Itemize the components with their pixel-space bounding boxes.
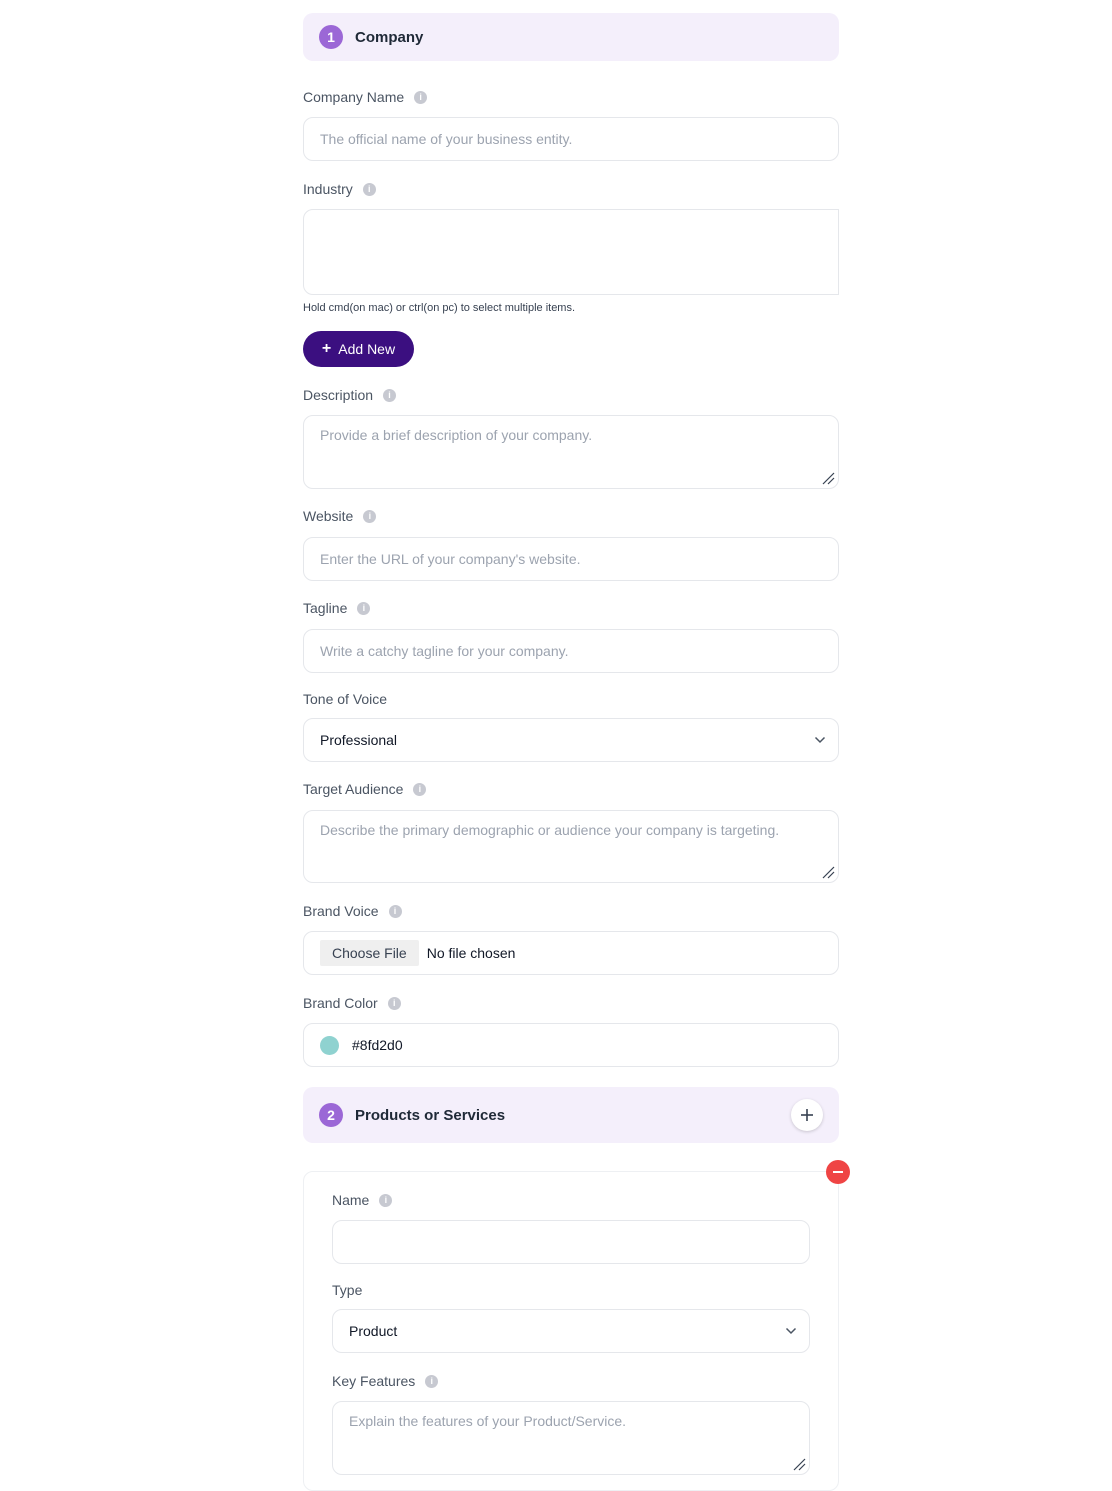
target-audience-textarea[interactable]: Describe the primary demographic or audi… xyxy=(303,810,839,883)
tone-of-voice-select[interactable]: Professional xyxy=(303,718,839,762)
tagline-label: Tagline i xyxy=(303,599,371,617)
info-icon[interactable]: i xyxy=(363,509,377,523)
brand-color-picker[interactable]: #8fd2d0 xyxy=(303,1023,839,1067)
chevron-down-icon xyxy=(814,736,826,744)
add-product-button[interactable] xyxy=(791,1099,823,1131)
resize-handle-icon[interactable] xyxy=(821,865,835,879)
key-features-textarea[interactable]: Explain the features of your Product/Ser… xyxy=(332,1401,810,1475)
section-title-products: Products or Services xyxy=(355,1106,506,1124)
product-type-label: Type xyxy=(332,1282,363,1298)
info-icon[interactable]: i xyxy=(413,782,427,796)
description-textarea[interactable]: Provide a brief description of your comp… xyxy=(303,415,839,489)
tone-of-voice-label: Tone of Voice xyxy=(303,691,388,707)
minus-icon xyxy=(833,1171,843,1173)
choose-file-button[interactable]: Choose File xyxy=(320,940,419,966)
info-icon[interactable]: i xyxy=(357,601,371,615)
resize-handle-icon[interactable] xyxy=(792,1457,806,1471)
info-icon[interactable]: i xyxy=(388,904,402,918)
file-status: No file chosen xyxy=(426,945,516,961)
step-badge-2: 2 xyxy=(319,1103,343,1127)
section-title-company: Company xyxy=(355,28,424,46)
info-icon[interactable]: i xyxy=(362,182,376,196)
color-value: #8fd2d0 xyxy=(352,1037,403,1053)
brand-color-label: Brand Color i xyxy=(303,994,401,1012)
info-icon[interactable]: i xyxy=(383,388,397,402)
product-name-input[interactable] xyxy=(332,1220,810,1264)
brand-voice-label: Brand Voice i xyxy=(303,902,402,920)
info-icon[interactable]: i xyxy=(425,1374,439,1388)
company-name-input[interactable]: The official name of your business entit… xyxy=(303,117,839,161)
plus-icon xyxy=(801,1109,813,1121)
info-icon[interactable]: i xyxy=(379,1193,393,1207)
info-icon[interactable]: i xyxy=(387,996,401,1010)
plus-icon: + xyxy=(321,340,332,357)
industry-hint: Hold cmd(on mac) or ctrl(on pc) to selec… xyxy=(303,302,576,314)
products-section-header: 2 Products or Services xyxy=(303,1087,839,1143)
remove-product-button[interactable] xyxy=(826,1160,850,1184)
resize-handle-icon[interactable] xyxy=(821,471,835,485)
step-badge-1: 1 xyxy=(319,25,343,49)
industry-label: Industry i xyxy=(303,180,376,198)
industry-multiselect[interactable] xyxy=(303,209,839,295)
website-label: Website i xyxy=(303,507,377,525)
description-label: Description i xyxy=(303,386,397,404)
chevron-down-icon xyxy=(785,1327,797,1335)
product-type-select[interactable]: Product xyxy=(332,1309,810,1353)
website-input[interactable]: Enter the URL of your company's website. xyxy=(303,537,839,581)
company-section-header: 1 Company xyxy=(303,13,839,61)
company-name-label: Company Name i xyxy=(303,88,428,106)
info-icon[interactable]: i xyxy=(414,90,428,104)
target-audience-label: Target Audience i xyxy=(303,780,427,798)
key-features-label: Key Features i xyxy=(332,1372,439,1390)
color-swatch[interactable] xyxy=(320,1035,339,1055)
add-new-button[interactable]: + Add New xyxy=(303,331,414,367)
product-name-label: Name i xyxy=(332,1191,393,1209)
tagline-input[interactable]: Write a catchy tagline for your company. xyxy=(303,629,839,673)
brand-voice-file-input[interactable]: Choose File No file chosen xyxy=(303,931,839,975)
